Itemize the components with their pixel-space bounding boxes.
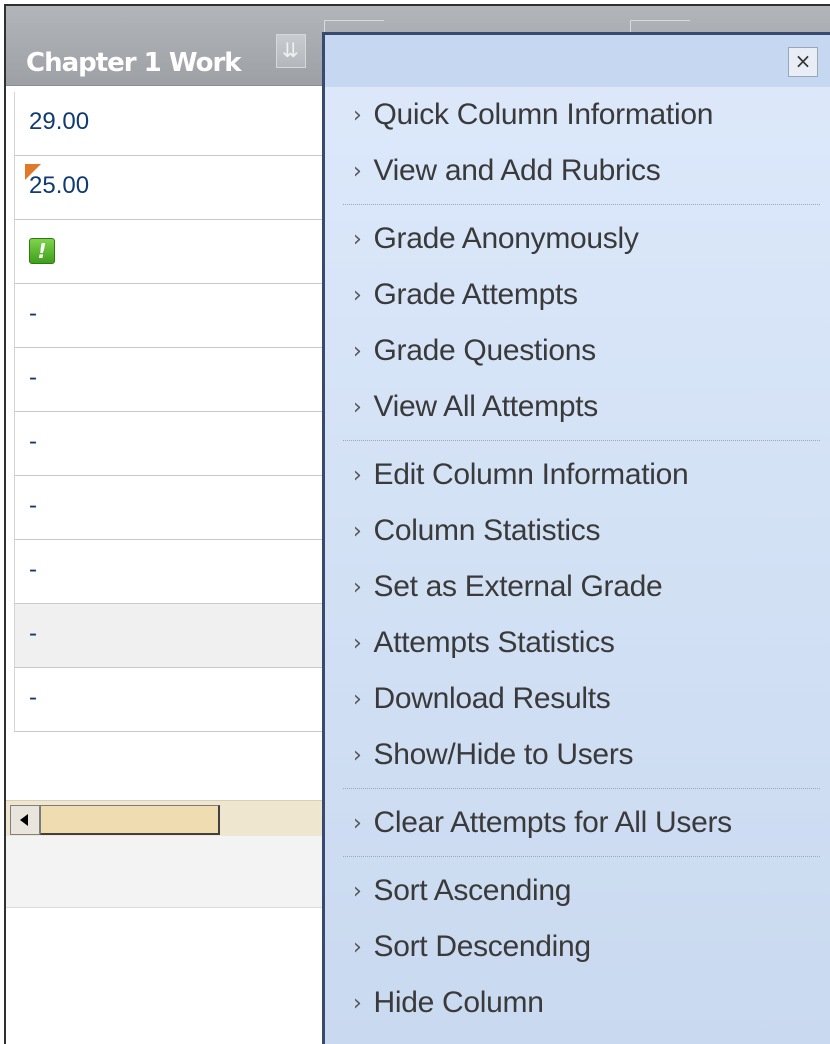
menu-item-hide-column[interactable]: › Hide Column [325, 975, 830, 1031]
menu-item-label: Show/Hide to Users [373, 738, 634, 771]
menu-item-label: Grade Questions [373, 334, 597, 367]
chevron-right-icon: › [353, 462, 362, 488]
chevron-right-icon: › [353, 282, 362, 308]
chevron-right-icon: › [353, 934, 362, 960]
menu-item-label: Attempts Statistics [373, 626, 615, 659]
menu-item-label: View All Attempts [373, 390, 599, 423]
chevron-right-icon: › [353, 574, 362, 600]
menu-item-set-as-external-grade[interactable]: › Set as External Grade [325, 559, 830, 615]
chevron-right-icon: › [353, 338, 362, 364]
menu-header: × [325, 35, 830, 87]
chevron-down-double-icon: ⇊ [282, 38, 299, 62]
grade-value: - [29, 620, 37, 647]
menu-item-label: Column Statistics [373, 514, 601, 547]
menu-item-sort-ascending[interactable]: › Sort Ascending [325, 863, 830, 919]
menu-item-label: Edit Column Information [373, 458, 689, 491]
chevron-right-icon: › [353, 102, 362, 128]
grade-value: - [29, 492, 37, 519]
menu-item-label: Sort Descending [373, 930, 592, 963]
menu-item-label: Set as External Grade [373, 570, 663, 603]
menu-item-grade-questions[interactable]: › Grade Questions [325, 323, 830, 379]
grade-value: - [29, 428, 37, 455]
chevron-right-icon: › [353, 226, 362, 252]
menu-separator [325, 199, 830, 211]
grade-cell[interactable]: - [14, 604, 326, 668]
menu-item-label: Hide Column [373, 986, 544, 1019]
grade-value: - [29, 300, 37, 327]
menu-item-grade-attempts[interactable]: › Grade Attempts [325, 267, 830, 323]
grade-cell[interactable]: - [14, 412, 326, 476]
menu-item-label: Quick Column Information [373, 98, 714, 131]
menu-item-label: Grade Attempts [373, 278, 579, 311]
menu-item-label: Sort Ascending [373, 874, 572, 907]
menu-separator [325, 435, 830, 447]
menu-item-clear-attempts-for-all-users[interactable]: › Clear Attempts for All Users [325, 795, 830, 851]
menu-item-view-and-add-rubrics[interactable]: › View and Add Rubrics [325, 143, 830, 199]
menu-item-sort-descending[interactable]: › Sort Descending [325, 919, 830, 975]
scroll-left-arrow-icon[interactable] [10, 805, 40, 835]
grade-cell[interactable]: 29.00 [14, 92, 326, 156]
menu-item-quick-column-information[interactable]: › Quick Column Information [325, 87, 830, 143]
menu-item-attempts-statistics[interactable]: › Attempts Statistics [325, 615, 830, 671]
grade-value: - [29, 556, 37, 583]
close-icon[interactable]: × [788, 47, 818, 77]
menu-item-label: View and Add Rubrics [373, 154, 661, 187]
chevron-right-icon: › [353, 742, 362, 768]
column-context-menu: × › Quick Column Information › View and Ad… [322, 32, 830, 1044]
needs-grading-icon: ! [29, 238, 55, 264]
chevron-right-icon: › [353, 990, 362, 1016]
menu-list: › Quick Column Information › View and Add … [325, 87, 830, 1031]
menu-item-view-all-attempts[interactable]: › View All Attempts [325, 379, 830, 435]
grade-cell[interactable]: - [14, 540, 326, 604]
grade-value: 29.00 [29, 108, 90, 135]
chevron-right-icon: › [353, 158, 362, 184]
chevron-right-icon: › [353, 810, 362, 836]
horizontal-scrollbar[interactable] [6, 800, 326, 836]
menu-item-label: Download Results [373, 682, 611, 715]
grade-cell[interactable]: - [14, 476, 326, 540]
menu-separator [325, 783, 830, 795]
grade-cell[interactable]: - [14, 348, 326, 412]
menu-item-show-hide-to-users[interactable]: › Show/Hide to Users [325, 727, 830, 783]
menu-item-grade-anonymously[interactable]: › Grade Anonymously [325, 211, 830, 267]
grade-cell[interactable]: - [14, 668, 326, 732]
chevron-right-icon: › [353, 518, 362, 544]
grade-cell[interactable]: ! [14, 220, 326, 284]
column-menu-button[interactable]: ⇊ [276, 34, 306, 68]
menu-item-download-results[interactable]: › Download Results [325, 671, 830, 727]
scrollbar-thumb[interactable] [40, 805, 220, 835]
chevron-right-icon: › [353, 686, 362, 712]
grade-value: 25.00 [29, 172, 90, 199]
grade-cell[interactable]: 25.00 [14, 156, 326, 220]
menu-item-label: Grade Anonymously [373, 222, 639, 255]
chevron-right-icon: › [353, 630, 362, 656]
grade-column-cells: 29.00 25.00 ! - - - - - - - [14, 92, 326, 732]
column-title[interactable]: Chapter 1 Work [26, 48, 242, 78]
menu-separator [325, 851, 830, 863]
chevron-right-icon: › [353, 394, 362, 420]
grade-value: - [29, 364, 37, 391]
grid-footer [6, 836, 326, 908]
menu-item-column-statistics[interactable]: › Column Statistics [325, 503, 830, 559]
grade-value: - [29, 684, 37, 711]
grade-cell[interactable]: - [14, 284, 326, 348]
menu-item-edit-column-information[interactable]: › Edit Column Information [325, 447, 830, 503]
menu-item-label: Clear Attempts for All Users [373, 806, 733, 839]
chevron-right-icon: › [353, 878, 362, 904]
